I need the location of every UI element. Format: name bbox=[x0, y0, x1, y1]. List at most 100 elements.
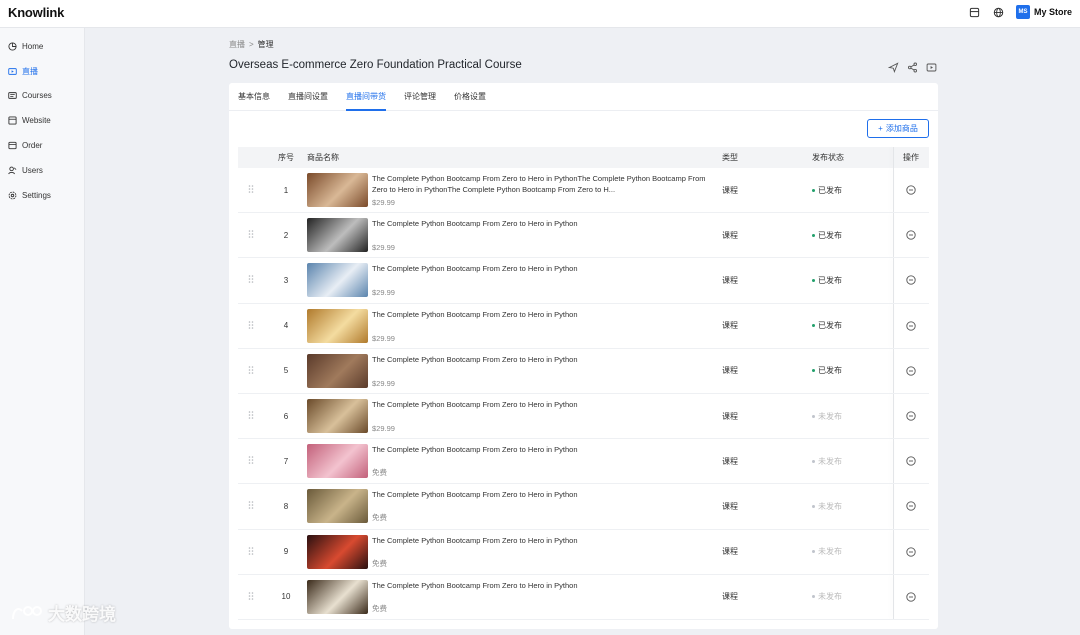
table-row[interactable]: 7 The Complete Python Bootcamp From Zero… bbox=[238, 439, 929, 485]
product-table: 序号 商品名称 类型 发布状态 操作 1 The Complete Python… bbox=[238, 147, 929, 620]
tab-basic-info[interactable]: 基本信息 bbox=[238, 83, 270, 110]
tab-comments[interactable]: 评论管理 bbox=[404, 83, 436, 110]
status-dot-icon bbox=[812, 324, 815, 328]
share-icon[interactable] bbox=[907, 60, 918, 78]
store-icon[interactable] bbox=[968, 5, 982, 19]
drag-handle-icon[interactable] bbox=[238, 185, 265, 195]
remove-button[interactable] bbox=[893, 456, 929, 466]
drag-handle-icon[interactable] bbox=[238, 501, 265, 511]
product-cell: The Complete Python Bootcamp From Zero t… bbox=[307, 579, 722, 614]
row-index: 5 bbox=[283, 366, 289, 376]
table-row[interactable]: 2 The Complete Python Bootcamp From Zero… bbox=[238, 213, 929, 259]
sidebar-item-website[interactable]: Website bbox=[0, 108, 84, 133]
product-name[interactable]: The Complete Python Bootcamp From Zero t… bbox=[372, 399, 712, 410]
sidebar-item-label: 直播 bbox=[22, 66, 38, 76]
header-type: 类型 bbox=[722, 153, 738, 162]
sidebar-item-settings[interactable]: Settings bbox=[0, 183, 84, 208]
status-badge: 未发布 bbox=[812, 591, 893, 602]
status-badge: 已发布 bbox=[812, 185, 893, 196]
send-icon[interactable] bbox=[887, 60, 899, 78]
product-name[interactable]: The Complete Python Bootcamp From Zero t… bbox=[372, 580, 712, 591]
sidebar-item-label: Website bbox=[22, 116, 51, 126]
content-card: 基本信息 直播间设置 直播间带货 评论管理 价格设置 + 添加商品 序号 商品名… bbox=[229, 83, 938, 629]
product-name[interactable]: The Complete Python Bootcamp From Zero t… bbox=[372, 489, 712, 500]
drag-handle-icon[interactable] bbox=[238, 230, 265, 240]
table-row[interactable]: 6 The Complete Python Bootcamp From Zero… bbox=[238, 393, 929, 440]
minus-circle-icon bbox=[906, 185, 916, 195]
sidebar-item-live[interactable]: 直播 bbox=[0, 59, 84, 84]
product-type: 课程 bbox=[722, 592, 738, 602]
sidebar-item-users[interactable]: Users bbox=[0, 158, 84, 183]
product-name[interactable]: The Complete Python Bootcamp From Zero t… bbox=[372, 535, 712, 546]
order-icon bbox=[8, 141, 17, 150]
remove-button[interactable] bbox=[893, 546, 929, 557]
minus-circle-icon bbox=[906, 321, 916, 331]
store-name[interactable]: My Store bbox=[1034, 7, 1072, 17]
sidebar-item-courses[interactable]: Courses bbox=[0, 84, 84, 109]
table-row[interactable]: 4 The Complete Python Bootcamp From Zero… bbox=[238, 303, 929, 349]
product-price: 免费 bbox=[372, 513, 387, 523]
app-logo[interactable]: Knowlink bbox=[8, 5, 64, 20]
table-row[interactable]: 9 The Complete Python Bootcamp From Zero… bbox=[238, 529, 929, 575]
product-name[interactable]: The Complete Python Bootcamp From Zero t… bbox=[372, 444, 712, 455]
sidebar-item-home[interactable]: Home bbox=[0, 34, 84, 59]
product-type: 课程 bbox=[722, 547, 738, 557]
minus-circle-icon bbox=[906, 546, 916, 557]
drag-handle-icon[interactable] bbox=[238, 546, 265, 557]
status-text: 已发布 bbox=[818, 275, 842, 285]
table-row[interactable]: 5 The Complete Python Bootcamp From Zero… bbox=[238, 348, 929, 394]
status-text: 未发布 bbox=[818, 456, 842, 466]
product-name[interactable]: The Complete Python Bootcamp From Zero t… bbox=[372, 173, 712, 195]
page-title: Overseas E-commerce Zero Foundation Prac… bbox=[229, 59, 522, 71]
table-row[interactable]: 3 The Complete Python Bootcamp From Zero… bbox=[238, 258, 929, 304]
title-actions bbox=[887, 60, 937, 78]
product-thumbnail bbox=[307, 263, 368, 298]
product-thumbnail bbox=[307, 308, 368, 343]
product-thumbnail bbox=[307, 534, 368, 569]
drag-handle-icon[interactable] bbox=[238, 411, 265, 421]
drag-handle-icon[interactable] bbox=[238, 366, 265, 376]
remove-button[interactable] bbox=[893, 366, 929, 376]
sidebar-item-order[interactable]: Order bbox=[0, 133, 84, 158]
table-row[interactable]: 1 The Complete Python Bootcamp From Zero… bbox=[238, 168, 929, 214]
product-thumbnail bbox=[307, 579, 368, 614]
tab-room-settings[interactable]: 直播间设置 bbox=[288, 83, 328, 110]
header-op: 操作 bbox=[903, 153, 919, 162]
table-header: 序号 商品名称 类型 发布状态 操作 bbox=[238, 147, 929, 168]
remove-button[interactable] bbox=[893, 592, 929, 602]
preview-icon[interactable] bbox=[926, 60, 937, 78]
drag-handle-icon[interactable] bbox=[238, 275, 265, 285]
remove-button[interactable] bbox=[893, 185, 929, 195]
row-index: 2 bbox=[283, 230, 289, 240]
store-avatar[interactable]: MS bbox=[1015, 5, 1030, 19]
minus-circle-icon bbox=[906, 366, 916, 376]
add-product-label: 添加商品 bbox=[885, 124, 918, 133]
row-index: 7 bbox=[283, 456, 289, 466]
remove-button[interactable] bbox=[893, 501, 929, 512]
globe-icon[interactable] bbox=[992, 5, 1006, 19]
table-row[interactable]: 8 The Complete Python Bootcamp From Zero… bbox=[238, 484, 929, 530]
tab-room-products[interactable]: 直播间带货 bbox=[346, 83, 386, 111]
product-type: 课程 bbox=[722, 456, 738, 466]
product-thumbnail bbox=[307, 399, 368, 434]
product-name[interactable]: The Complete Python Bootcamp From Zero t… bbox=[372, 354, 712, 365]
product-name[interactable]: The Complete Python Bootcamp From Zero t… bbox=[372, 309, 712, 320]
product-name[interactable]: The Complete Python Bootcamp From Zero t… bbox=[372, 263, 712, 274]
breadcrumb-parent[interactable]: 直播 bbox=[229, 39, 245, 50]
remove-button[interactable] bbox=[893, 321, 929, 331]
drag-handle-icon[interactable] bbox=[238, 456, 265, 466]
product-price: $29.99 bbox=[372, 333, 395, 343]
remove-button[interactable] bbox=[893, 275, 929, 286]
table-row[interactable]: 10 The Complete Python Bootcamp From Zer… bbox=[238, 574, 929, 620]
row-index: 6 bbox=[283, 411, 289, 421]
tab-pricing[interactable]: 价格设置 bbox=[454, 83, 486, 110]
minus-circle-icon bbox=[906, 592, 916, 602]
status-dot-icon bbox=[812, 550, 815, 554]
drag-handle-icon[interactable] bbox=[238, 591, 265, 602]
product-price: $29.99 bbox=[372, 288, 395, 298]
add-product-button[interactable]: + 添加商品 bbox=[867, 119, 929, 138]
remove-button[interactable] bbox=[893, 230, 929, 240]
product-name[interactable]: The Complete Python Bootcamp From Zero t… bbox=[372, 218, 712, 229]
drag-handle-icon[interactable] bbox=[238, 320, 265, 331]
remove-button[interactable] bbox=[893, 411, 929, 421]
